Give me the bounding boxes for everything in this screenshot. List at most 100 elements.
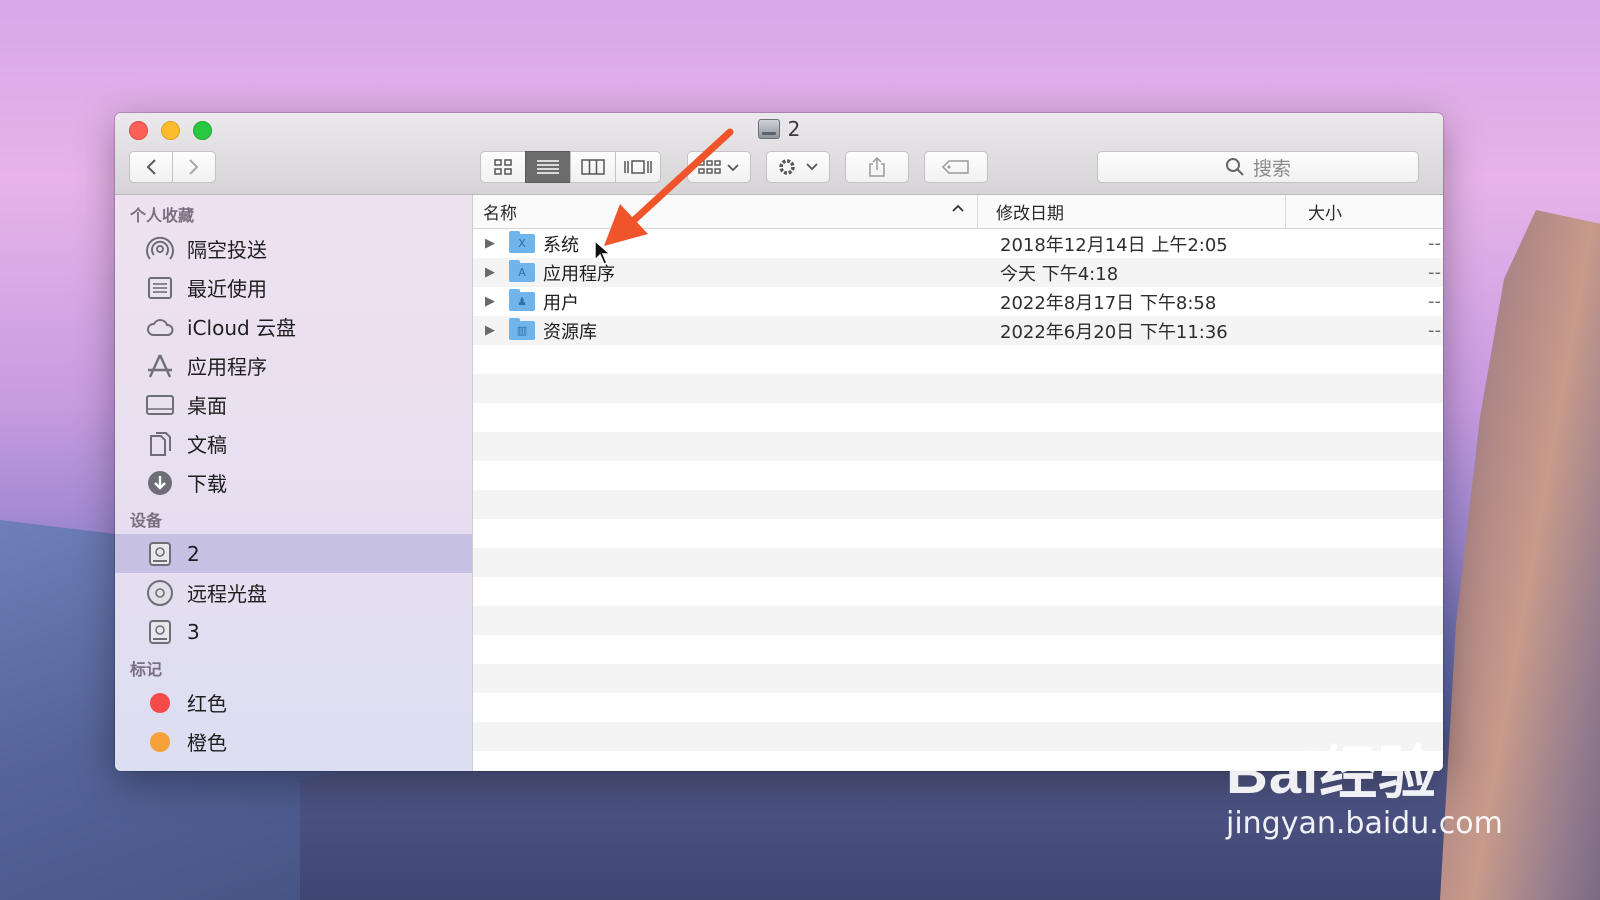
sidebar-item-label: 下载 xyxy=(187,472,227,496)
sidebar-section-tags: 标记 xyxy=(130,660,163,679)
optical-disc-icon xyxy=(145,579,175,607)
chevron-left-icon xyxy=(146,159,156,175)
file-size: -- xyxy=(1428,262,1441,283)
sidebar-item-tag-red[interactable]: 红色 xyxy=(115,683,472,722)
icon-view-button[interactable] xyxy=(480,151,526,183)
sidebar-item-disk-3[interactable]: 3 xyxy=(115,612,472,651)
disclosure-triangle-icon[interactable]: ▶ xyxy=(473,294,509,309)
window-title-text: 2 xyxy=(787,117,801,141)
sidebar-item-label: 桌面 xyxy=(187,394,227,418)
disk-icon xyxy=(145,540,175,568)
list-view-button[interactable] xyxy=(525,151,571,183)
file-date: 2022年6月20日 下午11:36 xyxy=(1000,321,1228,343)
sidebar-item-downloads[interactable]: 下载 xyxy=(115,463,472,502)
column-header-date[interactable]: 修改日期 xyxy=(978,195,1286,228)
sidebar-item-label: 应用程序 xyxy=(187,355,267,379)
window-title: 2 xyxy=(115,117,1443,141)
red-tag-dot xyxy=(145,689,175,717)
empty-stripes xyxy=(473,345,1443,771)
disclosure-triangle-icon[interactable]: ▶ xyxy=(473,323,509,338)
disk-icon xyxy=(757,119,780,139)
mouse-cursor-icon xyxy=(594,240,612,265)
sidebar-item-label: 3 xyxy=(187,619,200,644)
file-name: 资源库 xyxy=(543,321,597,343)
file-size: -- xyxy=(1428,291,1441,312)
gallery-view-button[interactable] xyxy=(615,151,661,183)
sidebar-item-desktop[interactable]: 桌面 xyxy=(115,385,472,424)
column-header: 名称 修改日期 大小 xyxy=(473,195,1443,229)
system-folder-icon: X xyxy=(509,231,535,253)
search-icon xyxy=(1225,158,1244,176)
sidebar-item-disk-2[interactable]: 2 xyxy=(115,534,472,573)
back-button[interactable] xyxy=(129,151,173,183)
sidebar-item-tag-orange[interactable]: 橙色 xyxy=(115,722,472,761)
file-size: -- xyxy=(1428,320,1441,341)
column-header-size[interactable]: 大小 xyxy=(1286,195,1443,228)
chevron-right-icon xyxy=(189,159,199,175)
finder-window: 2 搜索 个人收藏 隔空投送 最近使用 iCloud 云盘 应用程序 桌面 文稿… xyxy=(115,113,1443,771)
library-folder-icon: ▥ xyxy=(509,318,535,340)
sidebar-item-label: iCloud 云盘 xyxy=(187,316,297,340)
view-switcher xyxy=(480,151,661,183)
watermark-url: jingyan.baidu.com xyxy=(1226,806,1503,841)
sidebar-item-airdrop[interactable]: 隔空投送 xyxy=(115,229,472,268)
column-view-button[interactable] xyxy=(570,151,616,183)
sidebar: 个人收藏 隔空投送 最近使用 iCloud 云盘 应用程序 桌面 文稿 下载 设… xyxy=(115,195,473,771)
search-placeholder: 搜索 xyxy=(1252,157,1291,180)
file-date: 今天 下午4:18 xyxy=(1000,263,1119,285)
sidebar-item-label: 2 xyxy=(187,541,200,566)
sidebar-item-label: 文稿 xyxy=(187,433,227,457)
titlebar: 2 搜索 xyxy=(115,113,1443,195)
sidebar-item-label: 远程光盘 xyxy=(187,582,267,606)
applications-folder-icon: A xyxy=(509,260,535,282)
table-row-library[interactable]: ▶ ▥ 资源库 2022年6月20日 下午11:36 -- xyxy=(473,316,1443,345)
sidebar-item-label: 橙色 xyxy=(187,731,227,755)
sidebar-item-icloud[interactable]: iCloud 云盘 xyxy=(115,307,472,346)
sort-ascending-icon xyxy=(951,201,965,217)
table-row-users[interactable]: ▶ ♟ 用户 2022年8月17日 下午8:58 -- xyxy=(473,287,1443,316)
columns-icon xyxy=(581,159,605,175)
list-icon xyxy=(537,160,559,174)
sidebar-item-remote-disc[interactable]: 远程光盘 xyxy=(115,573,472,612)
sidebar-item-documents[interactable]: 文稿 xyxy=(115,424,472,463)
file-date: 2022年8月17日 下午8:58 xyxy=(1000,292,1217,314)
sidebar-section-favorites: 个人收藏 xyxy=(130,206,195,225)
desktop-icon xyxy=(145,391,175,419)
file-date: 2018年12月14日 上午2:05 xyxy=(1000,234,1228,256)
column-header-name[interactable]: 名称 xyxy=(473,195,978,228)
search-field[interactable]: 搜索 xyxy=(1097,151,1419,183)
gallery-icon xyxy=(624,160,652,174)
orange-tag-dot xyxy=(145,728,175,756)
icloud-icon xyxy=(145,313,175,341)
forward-button[interactable] xyxy=(172,151,216,183)
sidebar-item-label: 红色 xyxy=(187,692,227,716)
users-folder-icon: ♟ xyxy=(509,289,535,311)
share-icon xyxy=(869,156,885,177)
disclosure-triangle-icon[interactable]: ▶ xyxy=(473,236,509,251)
watermark-logo: Bai经验 xyxy=(1226,741,1438,806)
table-row-system[interactable]: ▶ X 系统 2018年12月14日 上午2:05 -- xyxy=(473,229,1443,258)
downloads-icon xyxy=(145,469,175,497)
gear-icon xyxy=(779,159,818,175)
sidebar-item-applications[interactable]: 应用程序 xyxy=(115,346,472,385)
grid-icon xyxy=(494,159,512,175)
share-button[interactable] xyxy=(845,151,909,183)
sidebar-item-label: 隔空投送 xyxy=(187,238,267,262)
sidebar-item-recents[interactable]: 最近使用 xyxy=(115,268,472,307)
file-size: -- xyxy=(1428,233,1441,254)
documents-icon xyxy=(145,430,175,458)
baidu-watermark: Bai经验 jingyan.baidu.com xyxy=(1226,726,1503,841)
action-button[interactable] xyxy=(766,151,830,183)
tag-button[interactable] xyxy=(924,151,988,183)
file-name: 用户 xyxy=(543,292,579,314)
file-rows: ▶ X 系统 2018年12月14日 上午2:05 -- ▶ A 应用程序 今天… xyxy=(473,229,1443,771)
arrange-button[interactable] xyxy=(687,151,751,183)
tag-icon xyxy=(941,160,969,174)
sidebar-item-label: 最近使用 xyxy=(187,277,267,301)
content-area: 个人收藏 隔空投送 最近使用 iCloud 云盘 应用程序 桌面 文稿 下载 设… xyxy=(115,195,1443,771)
table-row-applications[interactable]: ▶ A 应用程序 今天 下午4:18 -- xyxy=(473,258,1443,287)
disclosure-triangle-icon[interactable]: ▶ xyxy=(473,265,509,280)
applications-icon xyxy=(145,352,175,380)
sidebar-section-devices: 设备 xyxy=(130,511,163,530)
file-list: 名称 修改日期 大小 ▶ X 系统 2018年12月14日 上午2:05 -- xyxy=(473,195,1443,771)
